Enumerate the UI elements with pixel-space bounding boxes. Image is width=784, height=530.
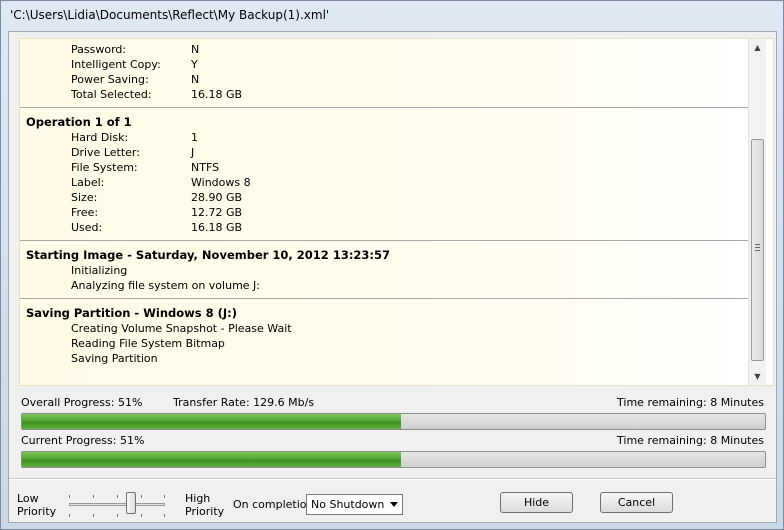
log-value: 12.72 GB xyxy=(191,206,243,219)
log-key: File System: xyxy=(71,161,138,174)
high-priority-line2: Priority xyxy=(185,505,225,518)
chevron-down-icon xyxy=(390,502,398,507)
current-time-remaining: Time remaining: 8 Minutes xyxy=(617,434,764,447)
log-row: Free: 12.72 GB xyxy=(20,205,748,220)
grip-icon xyxy=(755,244,760,251)
log-value: N xyxy=(191,73,200,86)
log-key: Label: xyxy=(71,176,105,189)
log-key: Free: xyxy=(71,206,99,219)
log-key: Hard Disk: xyxy=(71,131,129,144)
log-message: Analyzing file system on volume J: xyxy=(71,279,260,292)
overall-progress-label: Overall Progress: 51% xyxy=(21,396,143,409)
hide-button[interactable]: Hide xyxy=(500,492,573,513)
log-value: 16.18 GB xyxy=(191,88,243,101)
log-row: Intelligent Copy: Y xyxy=(20,57,748,72)
transfer-rate-label: Transfer Rate: 129.6 Mb/s xyxy=(173,396,315,409)
log-value: 1 xyxy=(191,131,198,144)
log-key: Used: xyxy=(71,221,103,234)
overall-progress-bar xyxy=(21,413,766,430)
log-key: Power Saving: xyxy=(71,73,149,86)
log-key: Size: xyxy=(71,191,98,204)
log-panel: Password: N Intelligent Copy: Y Power Savi… xyxy=(19,38,774,386)
priority-slider-thumb[interactable] xyxy=(126,492,136,514)
current-progress-fill xyxy=(22,452,401,467)
scrollbar-thumb[interactable] xyxy=(751,139,764,361)
backup-window: 'C:\Users\Lidia\Documents\Reflect\My Bac… xyxy=(0,0,784,530)
log-partition-section: Saving Partition - Windows 8 (J:) Creati… xyxy=(20,299,748,371)
log-row: Size: 28.90 GB xyxy=(20,190,748,205)
log-content: Password: N Intelligent Copy: Y Power Savi… xyxy=(20,39,748,371)
log-key: Intelligent Copy: xyxy=(71,58,161,71)
low-priority-label: Low Priority xyxy=(17,492,56,518)
client-area: Password: N Intelligent Copy: Y Power Savi… xyxy=(8,31,777,523)
cancel-button[interactable]: Cancel xyxy=(600,492,673,513)
log-value: J xyxy=(191,146,195,159)
priority-slider-ticks xyxy=(69,495,165,517)
log-row: File System: NTFS xyxy=(20,160,748,175)
high-priority-line1: High xyxy=(185,492,211,505)
log-row: Password: N xyxy=(20,42,748,57)
log-row: Used: 16.18 GB xyxy=(20,220,748,235)
log-row: Power Saving: N xyxy=(20,72,748,87)
on-completion-select[interactable]: No Shutdown xyxy=(306,494,403,515)
log-message: Creating Volume Snapshot - Please Wait xyxy=(71,322,292,335)
scroll-up-arrow-icon[interactable]: ▲ xyxy=(749,39,766,56)
high-priority-label: High Priority xyxy=(185,492,224,518)
log-key: Total Selected: xyxy=(71,88,152,101)
on-completion-label: On completion xyxy=(233,498,314,511)
log-value: Y xyxy=(191,58,198,71)
current-progress-label: Current Progress: 51% xyxy=(21,434,145,447)
log-row: Total Selected: 16.18 GB xyxy=(20,87,748,102)
on-completion-value: No Shutdown xyxy=(311,498,385,511)
window-title: 'C:\Users\Lidia\Documents\Reflect\My Bac… xyxy=(10,8,330,22)
log-message: Reading File System Bitmap xyxy=(71,337,225,350)
log-message: Initializing xyxy=(71,264,128,277)
low-priority-line1: Low xyxy=(17,492,39,505)
image-title: Starting Image - Saturday, November 10, … xyxy=(26,248,391,262)
log-value: NTFS xyxy=(191,161,220,174)
divider xyxy=(9,478,776,480)
log-row: Label: Windows 8 xyxy=(20,175,748,190)
scroll-down-arrow-icon[interactable]: ▼ xyxy=(749,368,766,385)
log-summary-section: Password: N Intelligent Copy: Y Power Savi… xyxy=(20,39,748,108)
low-priority-line2: Priority xyxy=(17,505,57,518)
operation-title: Operation 1 of 1 xyxy=(26,115,132,129)
log-value: 28.90 GB xyxy=(191,191,243,204)
log-key: Drive Letter: xyxy=(71,146,140,159)
priority-slider-track[interactable] xyxy=(69,503,165,506)
partition-title: Saving Partition - Windows 8 (J:) xyxy=(26,306,238,320)
log-value: Windows 8 xyxy=(191,176,251,189)
overall-time-remaining: Time remaining: 8 Minutes xyxy=(617,396,764,409)
overall-progress-fill xyxy=(22,414,401,429)
log-image-section: Starting Image - Saturday, November 10, … xyxy=(20,241,748,299)
log-row: Drive Letter: J xyxy=(20,145,748,160)
log-message: Saving Partition xyxy=(71,352,158,365)
current-progress-bar xyxy=(21,451,766,468)
log-value: 16.18 GB xyxy=(191,221,243,234)
log-row: Hard Disk: 1 xyxy=(20,130,748,145)
log-key: Password: xyxy=(71,43,127,56)
log-operation-section: Operation 1 of 1 Hard Disk: 1 Drive Lette… xyxy=(20,108,748,241)
log-value: N xyxy=(191,43,200,56)
log-scrollbar[interactable]: ▲ ▼ xyxy=(748,39,766,385)
